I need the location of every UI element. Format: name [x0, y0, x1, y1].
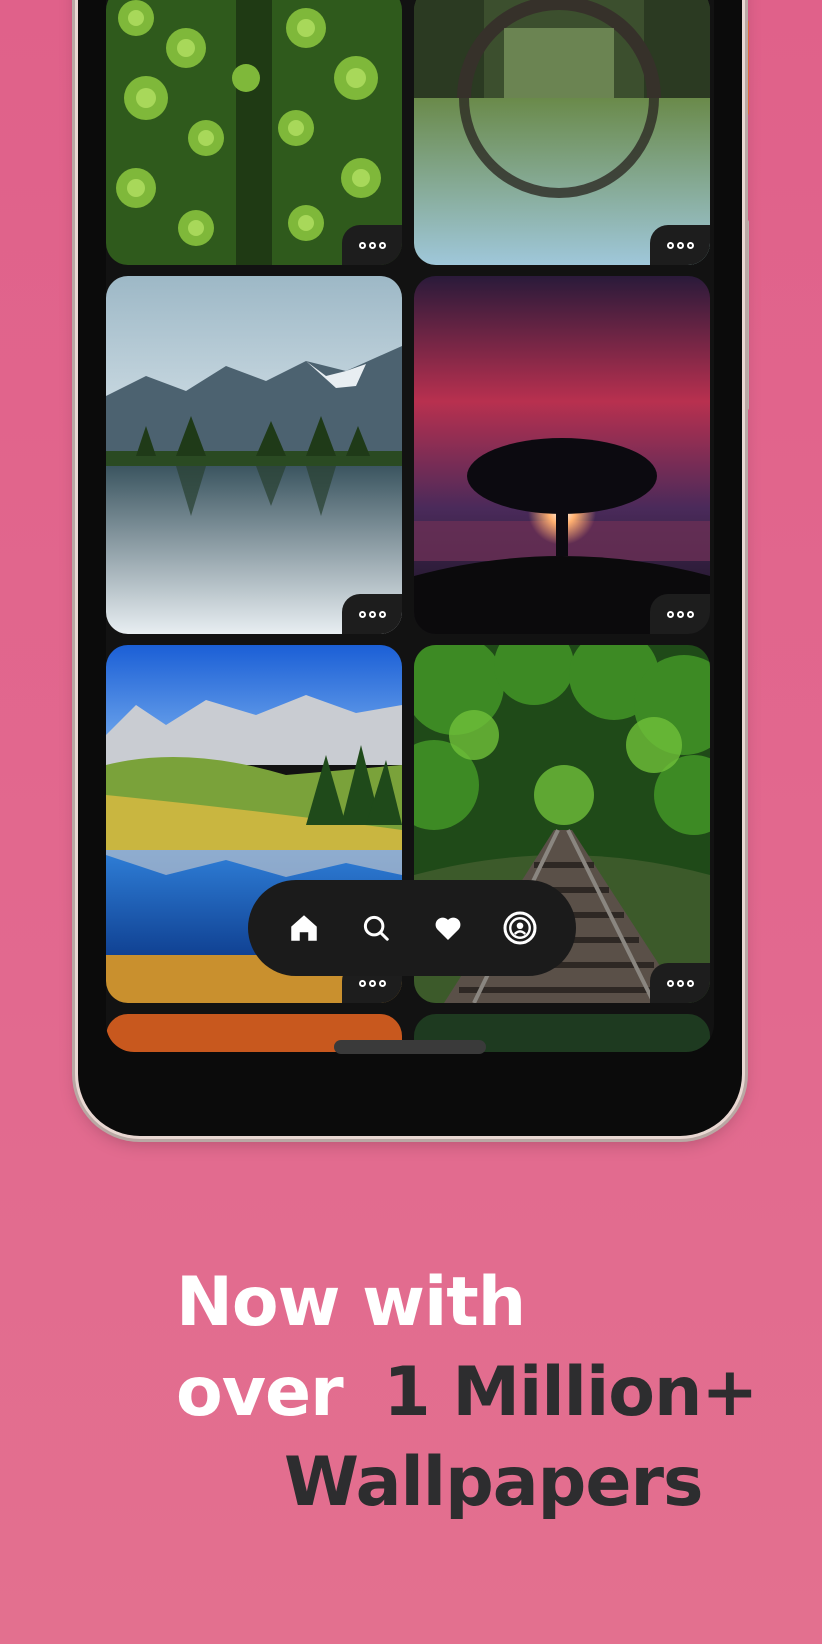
- profile-icon: [503, 911, 537, 945]
- search-icon: [363, 915, 389, 941]
- wallpaper-tile-bridge[interactable]: [414, 0, 710, 265]
- more-options-button[interactable]: [342, 225, 402, 265]
- promo-headline: Now with over 1 Million+ Wallpapers: [176, 1258, 758, 1528]
- more-dots-icon: [358, 979, 366, 987]
- wallpaper-tile-tree-sunset[interactable]: [414, 276, 710, 634]
- wallpaper-tile-mountain-lake[interactable]: [106, 276, 402, 634]
- more-dots-icon: [666, 610, 674, 618]
- wallpaper-tree-sunset-image: [414, 276, 710, 634]
- phone-power-button: [744, 20, 749, 115]
- wallpaper-mountain-lake-image: [106, 276, 402, 634]
- nav-favorites-button[interactable]: [424, 904, 472, 952]
- headline-count: 1 Million+: [383, 1353, 758, 1432]
- nav-profile-button[interactable]: [496, 904, 544, 952]
- more-dots-icon: [666, 241, 674, 249]
- phone-screen: [106, 0, 714, 1052]
- bottom-navigation-bar: [248, 880, 576, 976]
- more-dots-icon: [666, 979, 674, 987]
- headline-line-2: over 1 Million+: [176, 1348, 758, 1438]
- more-dots-icon: [358, 610, 366, 618]
- more-options-button[interactable]: [650, 963, 710, 1003]
- phone-mockup: [78, 0, 742, 1136]
- nav-home-button[interactable]: [280, 904, 328, 952]
- headline-line-3: Wallpapers: [284, 1443, 703, 1522]
- more-options-button[interactable]: [342, 594, 402, 634]
- wallpaper-tile-forest[interactable]: [106, 0, 402, 265]
- more-options-button[interactable]: [650, 594, 710, 634]
- more-dots-icon: [358, 241, 366, 249]
- phone-volume-button: [744, 220, 749, 410]
- more-options-button[interactable]: [650, 225, 710, 265]
- heart-icon: [435, 917, 461, 940]
- nav-search-button[interactable]: [352, 904, 400, 952]
- headline-line-1: Now with: [176, 1263, 526, 1342]
- home-icon: [291, 915, 317, 941]
- headline-over: over: [176, 1353, 344, 1432]
- home-indicator[interactable]: [334, 1040, 486, 1054]
